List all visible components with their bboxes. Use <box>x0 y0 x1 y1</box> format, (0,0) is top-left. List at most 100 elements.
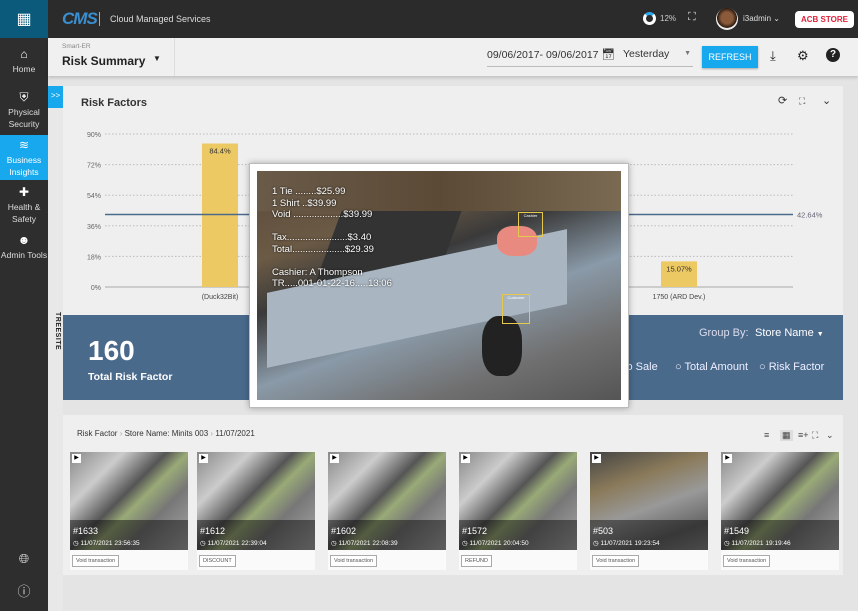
date-range-value: 09/06/2017- 09/06/2017 <box>487 49 599 61</box>
range-select[interactable]: Yesterday ▼ <box>623 48 693 67</box>
download-icon[interactable]: ⤓ <box>770 48 776 64</box>
fullscreen-icon[interactable]: ⛶ <box>688 11 696 24</box>
breadcrumb-item[interactable]: 11/07/2021 <box>215 429 254 438</box>
event-thumbnail[interactable]: ▶ #1549 ◷ 11/07/2021 19:19:46 <box>721 452 839 550</box>
sidebar-item-physical-security[interactable]: ⛨ Physical Security <box>0 91 48 130</box>
refresh-icon[interactable]: ⟳ <box>778 94 787 107</box>
event-time: ◷ 11/07/2021 20:04:50 <box>462 539 529 547</box>
event-time-value: 11/07/2021 19:19:46 <box>731 540 791 547</box>
event-time-value: 11/07/2021 23:56:35 <box>80 540 140 547</box>
customer-figure <box>482 316 522 376</box>
radio-icon: ○ <box>675 361 682 373</box>
globe-icon[interactable]: 🌐︎ <box>0 552 48 565</box>
breadcrumb-item[interactable]: Risk Factor <box>77 429 117 438</box>
event-tag: Void transaction <box>330 555 378 567</box>
play-icon[interactable]: ▶ <box>592 454 601 463</box>
play-icon[interactable]: ▶ <box>72 454 81 463</box>
caret-down-icon: ▼ <box>684 50 691 57</box>
shield-icon: ⛨ <box>19 90 29 104</box>
x-tick-label: 1750 (ARD Dev.) <box>653 294 706 301</box>
sidebar: ⌂ Home ⛨ Physical Security ≋ Business Insig… <box>0 38 48 611</box>
caret-down-icon[interactable]: ▼ <box>153 54 161 63</box>
play-icon[interactable]: ▶ <box>330 454 339 463</box>
plus-icon: ✚ <box>18 185 30 199</box>
sidebar-item-admin-tools[interactable]: ☻ Admin Tools <box>0 234 48 261</box>
grid-view-icon[interactable]: ▦ <box>780 430 793 441</box>
info-icon[interactable]: ⓘ <box>0 585 48 598</box>
event-card[interactable]: ▶ #1633 ◷ 11/07/2021 23:56:35 Void transact… <box>70 452 188 570</box>
avatar[interactable] <box>716 8 738 30</box>
chevron-down-icon[interactable]: ⌄ <box>822 94 831 107</box>
list-view-icon[interactable]: ≡ <box>764 430 769 440</box>
home-icon: ⌂ <box>20 47 28 61</box>
event-time-value: 11/07/2021 20:04:50 <box>469 540 529 547</box>
event-tag: Void transaction <box>592 555 640 567</box>
sidebar-item-label: Home <box>12 64 36 74</box>
sidebar-item-home[interactable]: ⌂ Home <box>0 48 48 75</box>
play-icon[interactable]: ▶ <box>461 454 470 463</box>
refresh-button[interactable]: REFRESH <box>702 46 758 68</box>
chevron-down-icon[interactable]: ⌄ <box>826 430 834 441</box>
event-tag: Void transaction <box>723 555 771 567</box>
sidebar-item-label: Physical Security <box>8 107 40 129</box>
sidebar-item-business-insights[interactable]: ≋ Business Insights <box>0 135 48 180</box>
clock-icon: ◷ <box>724 540 730 547</box>
help-icon[interactable]: ? <box>826 48 840 62</box>
event-card[interactable]: ▶ #1549 ◷ 11/07/2021 19:19:46 Void transact… <box>721 452 839 570</box>
event-thumbnail[interactable]: ▶ #503 ◷ 11/07/2021 19:23:54 <box>590 452 708 550</box>
event-card[interactable]: ▶ #1612 ◷ 11/07/2021 22:39:04 DISCOUNT <box>197 452 315 570</box>
cpu-value: 12% <box>660 14 677 23</box>
event-thumbnail[interactable]: ▶ #1602 ◷ 11/07/2021 22:08:39 <box>328 452 446 550</box>
gear-icon[interactable]: ⚙ <box>797 48 809 64</box>
event-id: #1633 <box>73 526 99 536</box>
event-time: ◷ 11/07/2021 23:56:35 <box>73 539 140 547</box>
cashier-box: Cashier <box>518 212 543 237</box>
event-thumbnail[interactable]: ▶ #1572 ◷ 11/07/2021 20:04:50 <box>459 452 577 550</box>
event-card[interactable]: ▶ #503 ◷ 11/07/2021 19:23:54 Void transacti… <box>590 452 708 570</box>
event-thumbnail[interactable]: ▶ #1633 ◷ 11/07/2021 23:56:35 <box>70 452 188 550</box>
date-range-input[interactable]: 09/06/2017- 09/06/2017 📅︎ <box>487 48 642 67</box>
expand-icon[interactable]: ⛶ <box>812 430 818 441</box>
group-by-label: Group By: <box>699 327 749 339</box>
event-time-value: 11/07/2021 19:23:54 <box>600 540 660 547</box>
sidebar-item-label: Business Insights <box>6 155 42 177</box>
group-by-select[interactable]: Store Name ▼ <box>755 327 824 339</box>
user-menu[interactable]: i3admin ⌄ <box>743 14 780 23</box>
clock-icon: ◷ <box>73 540 79 547</box>
radio-icon: ○ <box>759 361 766 373</box>
panel-title: Risk Factors <box>81 97 148 109</box>
y-tick-label: 54% <box>87 193 101 200</box>
event-thumbnail[interactable]: ▶ #1612 ◷ 11/07/2021 22:39:04 <box>197 452 315 550</box>
event-card[interactable]: ▶ #1602 ◷ 11/07/2021 22:08:39 Void transact… <box>328 452 446 570</box>
calendar-icon[interactable]: 📅︎ <box>601 49 615 61</box>
grid-icon[interactable]: ▦ <box>0 0 48 38</box>
event-time: ◷ 11/07/2021 19:23:54 <box>593 539 660 547</box>
customer-box: Customer <box>502 294 530 324</box>
event-tag: DISCOUNT <box>199 555 236 567</box>
radio-risk-factor[interactable]: ○ Risk Factor <box>759 361 824 373</box>
expand-icon[interactable]: ⛶ <box>799 96 805 107</box>
expand-tree-button[interactable]: >> <box>48 86 63 108</box>
breadcrumb-item[interactable]: Store Name: Minits 003 <box>125 429 209 438</box>
play-icon[interactable]: ▶ <box>723 454 732 463</box>
add-column-icon[interactable]: ≡+ <box>798 430 809 440</box>
store-badge[interactable]: ACB STORE <box>795 11 854 28</box>
cpu-gauge-icon <box>643 12 656 25</box>
event-id: #1549 <box>724 526 750 536</box>
clock-icon: ◷ <box>593 540 599 547</box>
radio-total-amount[interactable]: ○ Total Amount <box>675 361 748 373</box>
event-tag: Void transaction <box>72 555 120 567</box>
data-label: 15.07% <box>666 264 692 273</box>
breadcrumb: Risk Factor › Store Name: Minits 003 › 1… <box>77 429 255 438</box>
sidebar-item-label: Admin Tools <box>0 250 48 260</box>
event-time: ◷ 11/07/2021 22:39:04 <box>200 539 267 547</box>
event-card[interactable]: ▶ #1572 ◷ 11/07/2021 20:04:50 REFUND <box>459 452 577 570</box>
page-title: Risk Summary <box>62 54 146 68</box>
y-tick-label: 90% <box>87 132 101 139</box>
user-icon: ☻ <box>17 233 31 247</box>
total-label: Total Risk Factor <box>88 371 173 383</box>
event-id: #503 <box>593 526 614 536</box>
sidebar-item-health-safety[interactable]: ✚ Health & Safety <box>0 186 48 225</box>
radio-label: Total Amount <box>684 361 749 373</box>
play-icon[interactable]: ▶ <box>199 454 208 463</box>
